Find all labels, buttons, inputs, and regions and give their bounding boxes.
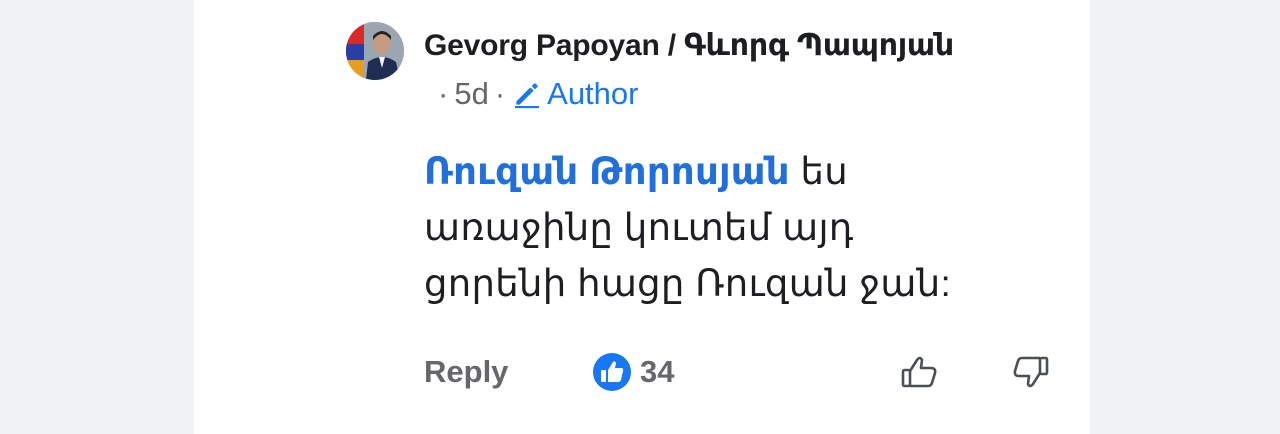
- thumbs-up-icon: [901, 356, 937, 388]
- comment-body: Ռուզան Թորոսյան ես առաջինը կուտեմ այդ ցորե…: [424, 144, 984, 312]
- reaction-count: 34: [640, 354, 675, 389]
- comment-mention-link[interactable]: Ռուզան Թորոսյան: [424, 151, 790, 192]
- thumbs-down-icon: [1013, 356, 1049, 388]
- comment-actions: Reply 34: [424, 346, 1054, 400]
- pencil-icon: [515, 83, 540, 109]
- author-badge: Author: [511, 76, 638, 112]
- dislike-button[interactable]: [1008, 350, 1052, 394]
- like-button[interactable]: [898, 350, 942, 394]
- like-reaction-icon: [593, 353, 631, 391]
- comment-text-line: ես: [789, 151, 848, 192]
- page-background: Gevorg Papoyan / Գևորգ Պապոյան · 5d · Au…: [0, 0, 1280, 434]
- meta-separator: ·: [494, 76, 506, 111]
- meta-separator: ·: [438, 76, 449, 111]
- author-badge-label: Author: [547, 76, 639, 111]
- reaction-summary[interactable]: 34: [592, 352, 674, 392]
- comment-author-name[interactable]: Gevorg Papoyan / Գևորգ Պապոյան: [424, 28, 954, 63]
- avatar[interactable]: [346, 22, 404, 80]
- comment-meta: · 5d · Author: [432, 74, 638, 114]
- comment-text-line: առաջինը կուտեմ այդ: [424, 207, 854, 248]
- reply-button[interactable]: Reply: [424, 354, 508, 390]
- comment-text-line: ցորենի հացը Ռուզան ջան:: [424, 263, 952, 304]
- comment-timestamp[interactable]: 5d: [454, 76, 488, 112]
- avatar-image: [346, 22, 404, 80]
- comment-card: Gevorg Papoyan / Գևորգ Պապոյան · 5d · Au…: [194, 0, 1090, 434]
